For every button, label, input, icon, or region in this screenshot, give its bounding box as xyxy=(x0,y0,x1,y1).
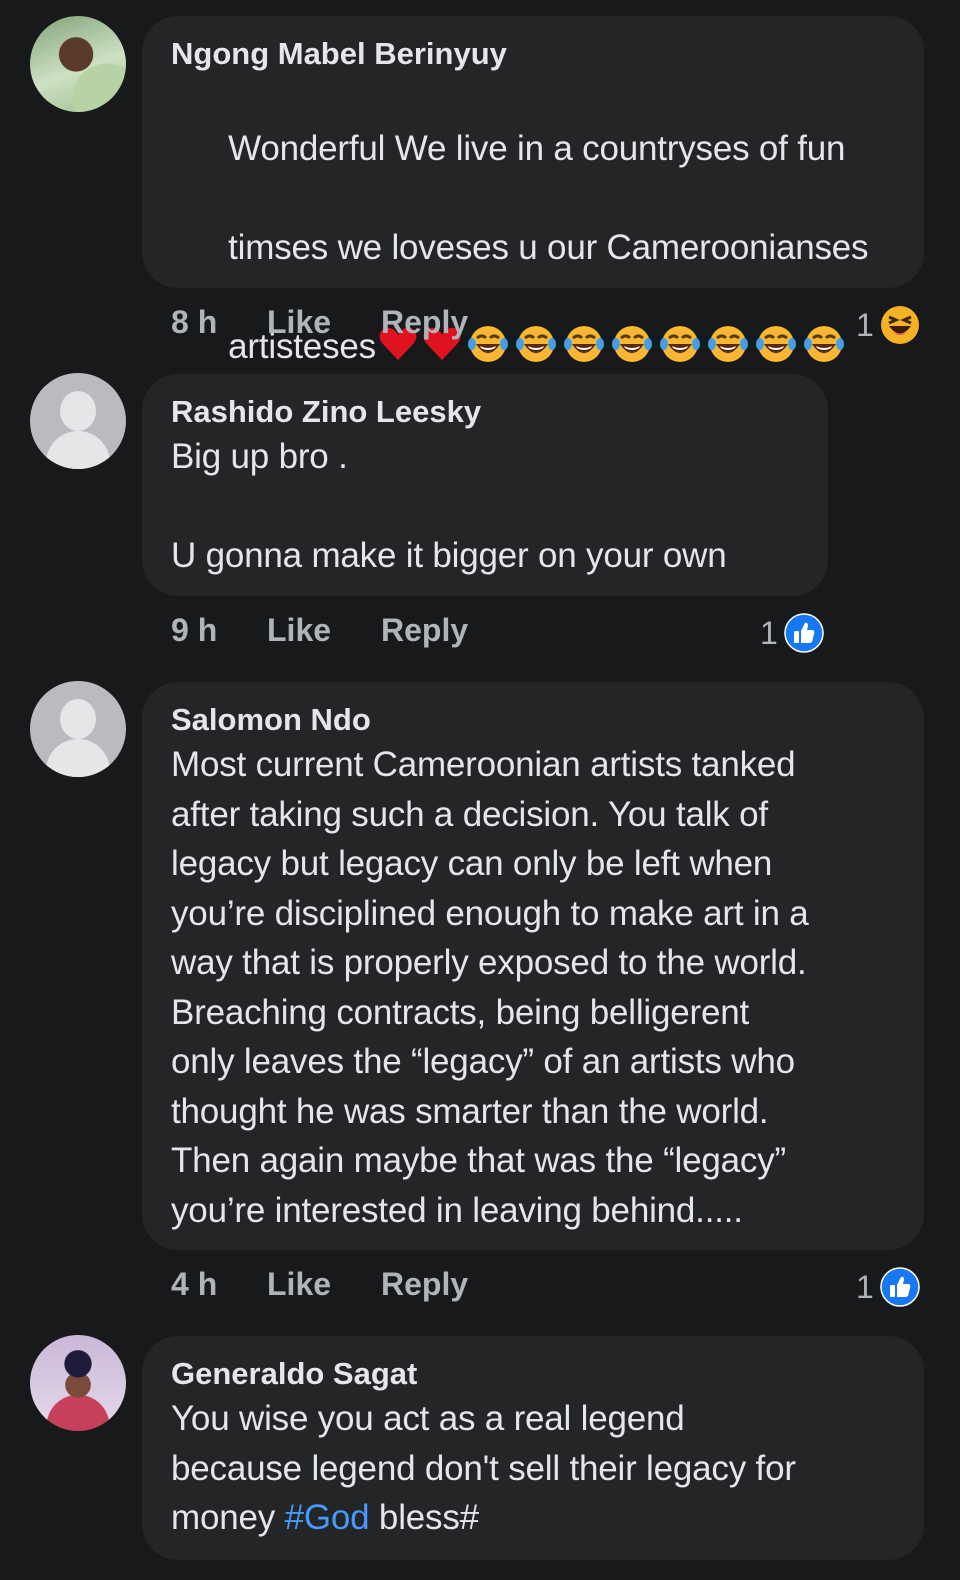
avatar[interactable] xyxy=(30,1335,126,1431)
laughing-tears-icon xyxy=(803,325,844,362)
comment-timestamp[interactable]: 4 h xyxy=(171,1262,217,1306)
laughing-tears-icon xyxy=(467,325,508,362)
reply-button[interactable]: Reply xyxy=(381,300,468,344)
hashtag-link[interactable]: #God xyxy=(285,1498,370,1537)
comment-text: Most current Cameroonian artists tanked … xyxy=(171,745,809,1230)
reaction-count: 1 xyxy=(856,1268,874,1305)
comment-author[interactable]: Generaldo Sagat xyxy=(171,1354,896,1394)
like-icon xyxy=(784,612,824,653)
comment-text-part: bless# xyxy=(369,1498,479,1537)
haha-icon xyxy=(880,305,919,344)
comment-bubble: Salomon Ndo Most current Cameroonian art… xyxy=(142,682,924,1250)
reply-button[interactable]: Reply xyxy=(381,608,468,652)
avatar[interactable] xyxy=(30,681,126,777)
comment-text: Big up bro . U gonna make it bigger on y… xyxy=(171,437,727,575)
avatar-shoulders-shape xyxy=(46,431,110,469)
laughing-tears-icon xyxy=(659,325,700,362)
comment-text: You wise you act as a real legend becaus… xyxy=(171,1394,896,1543)
comment-bubble: Rashido Zino Leesky Big up bro . U gonna… xyxy=(142,374,828,596)
avatar[interactable] xyxy=(30,16,126,112)
laughing-tears-icon xyxy=(755,325,796,362)
comment-text-line: timses we loveses u our Cameroonianses xyxy=(228,227,869,267)
comment-timestamp[interactable]: 9 h xyxy=(171,608,217,652)
reaction-summary[interactable]: 1 xyxy=(856,1262,920,1307)
reply-button[interactable]: Reply xyxy=(381,1262,468,1306)
comment-bubble: Ngong Mabel Berinyuy Wonderful We live i… xyxy=(142,16,924,510)
comment-author[interactable]: Rashido Zino Leesky xyxy=(171,392,800,432)
reaction-count: 1 xyxy=(760,614,778,651)
comment-timestamp[interactable]: 8 h xyxy=(171,300,217,344)
reaction-summary[interactable]: 1 xyxy=(856,300,920,344)
comment-text-part: You wise you act as a real legend becaus… xyxy=(171,1399,796,1537)
avatar[interactable] xyxy=(30,373,126,469)
laughing-tears-icon xyxy=(707,325,748,362)
laughing-tears-icon xyxy=(611,325,652,362)
reaction-summary[interactable]: 1 xyxy=(760,608,824,653)
like-button[interactable]: Like xyxy=(267,608,331,652)
laughing-tears-icon xyxy=(563,325,604,362)
like-icon xyxy=(880,1266,920,1307)
avatar-head-shape xyxy=(60,699,96,739)
avatar-shoulders-shape xyxy=(46,739,110,777)
avatar-head-shape xyxy=(60,391,96,431)
like-button[interactable]: Like xyxy=(267,300,331,344)
comment-author[interactable]: Salomon Ndo xyxy=(171,700,896,740)
comment-bubble: Generaldo Sagat You wise you act as a re… xyxy=(142,1336,924,1560)
like-button[interactable]: Like xyxy=(267,1262,331,1306)
reaction-count: 1 xyxy=(856,306,874,343)
laughing-tears-icon xyxy=(515,325,556,362)
comment-author[interactable]: Ngong Mabel Berinyuy xyxy=(171,34,896,74)
comment-text-line: Wonderful We live in a countryses of fun xyxy=(228,128,846,168)
